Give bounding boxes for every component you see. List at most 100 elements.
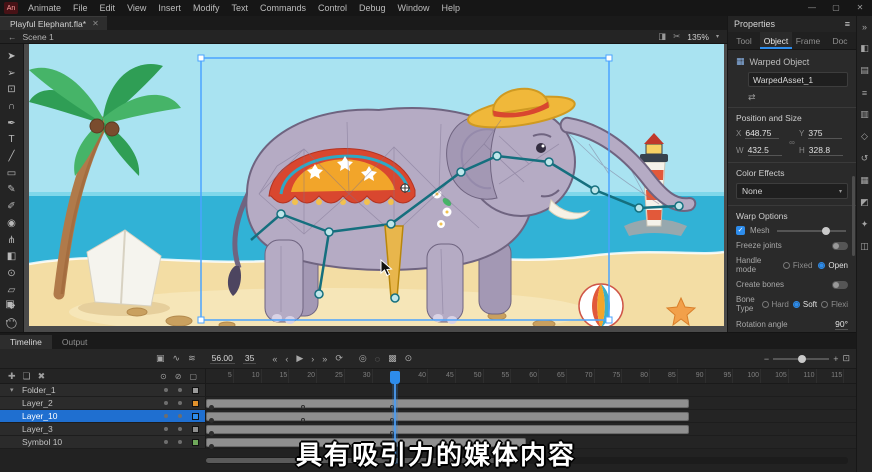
collapse-panels-icon[interactable]: » — [858, 20, 872, 33]
text-tool[interactable]: T — [2, 132, 22, 149]
create-bones-toggle[interactable] — [832, 281, 848, 289]
tab-tool[interactable]: Tool — [728, 32, 760, 49]
center-frame-icon[interactable]: ⊙ — [405, 353, 413, 364]
properties-scrollbar[interactable] — [852, 176, 855, 256]
keyframe-dot[interactable] — [209, 418, 214, 423]
panel-menu-icon[interactable]: ≡ — [845, 19, 850, 29]
menu-item[interactable]: Debug — [353, 0, 392, 16]
timeline-zoom-knob[interactable] — [798, 355, 806, 363]
frame-span[interactable] — [206, 425, 689, 434]
mesh-checkbox[interactable]: ✓ — [736, 226, 745, 235]
zoom-caret-icon[interactable]: ▾ — [716, 33, 719, 40]
outline-swatch[interactable] — [192, 413, 199, 420]
components-panel-icon[interactable]: ▦ — [858, 174, 872, 187]
frame-ruler[interactable]: 5101520253035404550556065707580859095100… — [206, 369, 856, 383]
transform-panel-icon[interactable]: ◇ — [858, 130, 872, 143]
free-transform-tool[interactable]: ⊡ — [2, 81, 22, 98]
visibility-dot[interactable] — [164, 427, 168, 431]
outline-swatch[interactable] — [192, 439, 199, 446]
stage-canvas[interactable] — [24, 44, 727, 332]
selection-tool[interactable]: ➤ — [2, 48, 22, 65]
x-value[interactable]: 648.75 — [745, 128, 779, 139]
timeline-zoom-out-icon[interactable]: − — [764, 354, 769, 364]
playhead[interactable] — [390, 371, 400, 384]
current-frame-field[interactable]: 35 — [243, 353, 256, 364]
lock-dot[interactable] — [178, 414, 182, 418]
outline-swatch[interactable] — [192, 387, 199, 394]
h-value[interactable]: 328.8 — [809, 145, 843, 156]
edit-toolbar-icon[interactable]: ⋯ — [0, 313, 20, 330]
scene-name[interactable]: Scene 1 — [23, 32, 54, 42]
brushes-panel-icon[interactable]: ✦ — [858, 218, 872, 231]
bone-tool[interactable]: ⋔ — [2, 232, 22, 249]
tab-output[interactable]: Output — [52, 335, 98, 349]
layer-depth-icon[interactable]: ≋ — [188, 353, 196, 364]
layer-name[interactable]: Layer_3 — [22, 424, 53, 434]
bone-hard-radio[interactable]: Hard — [762, 300, 789, 309]
frame-span[interactable] — [206, 399, 689, 408]
frame-span[interactable] — [206, 412, 689, 421]
visibility-dot[interactable] — [164, 401, 168, 405]
new-layer-icon[interactable]: ✚ — [8, 371, 16, 382]
w-value[interactable]: 432.5 — [748, 145, 782, 156]
timeline-zoom-in-icon[interactable]: + — [833, 354, 838, 364]
menu-item[interactable]: Window — [392, 0, 436, 16]
first-frame-icon[interactable]: « — [272, 354, 277, 364]
layer-row-layer-10[interactable]: Layer_10 — [0, 410, 856, 423]
position-size-title[interactable]: Position and Size — [736, 113, 848, 123]
lock-dot[interactable] — [178, 388, 182, 392]
menu-item[interactable]: Commands — [254, 0, 312, 16]
eyedropper-tool[interactable]: ⊙ — [2, 265, 22, 282]
lasso-tool[interactable]: ∩ — [2, 98, 22, 115]
swap-symbol-icon[interactable]: ⇄ — [748, 92, 756, 102]
tab-frame[interactable]: Frame — [792, 32, 824, 49]
line-tool[interactable]: ╱ — [2, 148, 22, 165]
minimize-button[interactable]: — — [800, 0, 824, 16]
visibility-dot[interactable] — [164, 388, 168, 392]
info-panel-icon[interactable]: ◫ — [858, 240, 872, 253]
y-value[interactable]: 375 — [808, 128, 842, 139]
layer-name[interactable]: Symbol 10 — [22, 437, 62, 447]
onion-outlines-icon[interactable]: ◌ — [375, 354, 380, 364]
frames-track[interactable] — [206, 397, 856, 409]
layer-row-folder-1[interactable]: ▾Folder_1 — [0, 384, 856, 397]
paint-bucket-tool[interactable]: ◧ — [2, 248, 22, 265]
document-tab[interactable]: Playful Elephant.fla* ✕ — [0, 16, 107, 30]
keyframe-dot[interactable] — [209, 405, 214, 410]
lock-column-icon[interactable]: ⊘ — [175, 372, 182, 381]
frames-track[interactable] — [206, 423, 856, 435]
edit-symbols-icon[interactable]: ◨ — [658, 31, 666, 42]
tab-doc[interactable]: Doc — [824, 32, 856, 49]
outline-swatch[interactable] — [192, 426, 199, 433]
bone-flexi-radio[interactable]: Flexi — [821, 300, 848, 309]
loop-icon[interactable]: ⟳ — [335, 353, 343, 364]
rectangle-tool[interactable]: ▭ — [2, 165, 22, 182]
brush-tool[interactable]: ✐ — [2, 198, 22, 215]
motion-presets-icon[interactable]: ◩ — [858, 196, 872, 209]
subselection-tool[interactable]: ➢ — [2, 65, 22, 82]
keyframe-dot[interactable] — [209, 444, 214, 449]
frames-track[interactable] — [206, 410, 856, 422]
maximize-button[interactable]: ▢ — [824, 0, 848, 16]
libraries-panel-icon[interactable]: ▥ — [858, 108, 872, 121]
link-wh-icon[interactable]: ∞ — [785, 138, 799, 147]
outline-swatch[interactable] — [192, 400, 199, 407]
frames-track[interactable] — [206, 384, 856, 396]
slider-knob[interactable] — [822, 227, 830, 235]
lock-dot[interactable] — [178, 427, 182, 431]
color-effects-title[interactable]: Color Effects — [736, 168, 848, 178]
timeline-zoom-slider[interactable] — [773, 358, 829, 360]
lock-dot[interactable] — [178, 401, 182, 405]
pen-tool[interactable]: ✒ — [2, 115, 22, 132]
menu-item[interactable]: Help — [436, 0, 467, 16]
layer-name[interactable]: Layer_10 — [22, 411, 57, 421]
align-panel-icon[interactable]: ≡ — [858, 86, 872, 99]
new-folder-icon[interactable]: ❏ — [23, 371, 31, 382]
clip-content-icon[interactable]: ✂ — [673, 31, 680, 42]
last-frame-icon[interactable]: » — [322, 354, 327, 364]
onion-skin-icon[interactable]: ◎ — [359, 353, 367, 364]
add-camera-icon[interactable]: ▣ — [156, 353, 165, 364]
menu-item[interactable]: Insert — [152, 0, 187, 16]
bone-soft-radio[interactable]: Soft — [793, 300, 817, 309]
prev-frame-icon[interactable]: ‹ — [285, 354, 288, 364]
